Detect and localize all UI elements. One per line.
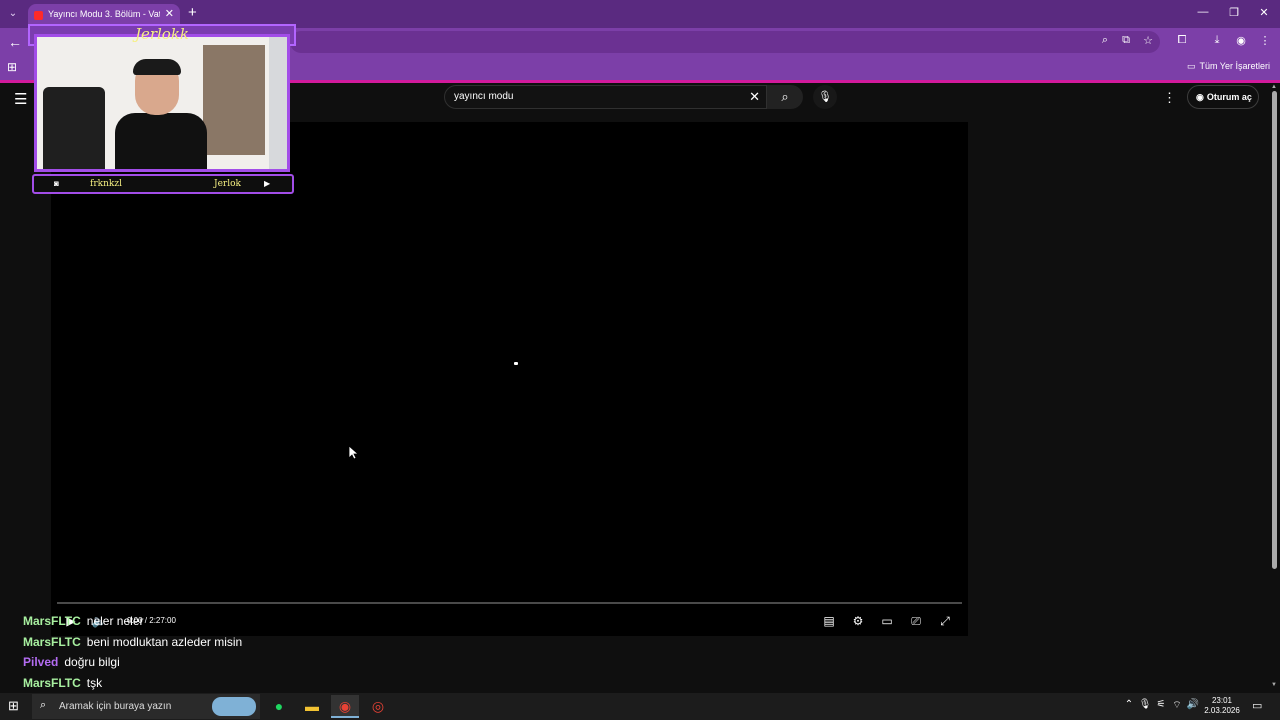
theater-mode-icon[interactable]: ▭: [879, 614, 895, 628]
file-explorer-icon[interactable]: ▬: [298, 695, 326, 718]
voice-search-button[interactable]: 🎙: [813, 85, 837, 109]
sign-in-button[interactable]: ◉ Oturum aç: [1187, 85, 1259, 109]
search-button[interactable]: ⌕: [767, 85, 803, 109]
search-input[interactable]: yayıncı modu ✕: [444, 85, 767, 109]
minimize-icon[interactable]: —: [1193, 6, 1213, 18]
cast-icon[interactable]: ⎚: [908, 614, 924, 629]
close-window-icon[interactable]: ✕: [1254, 6, 1274, 19]
chat-message: Pilved doğru bilgi: [23, 655, 443, 676]
chat-username: MarsFLTC: [23, 614, 81, 628]
instagram-icon: ◙: [54, 179, 59, 188]
search-icon: ⌕: [781, 89, 789, 104]
tab-search-dropdown-icon[interactable]: ⌄: [4, 5, 22, 23]
chat-text: neler neler: [86, 614, 144, 628]
webcam-frame-bottom: ◙ frknkzl Jerlok ▶: [32, 174, 294, 194]
chat-username: Pilved: [23, 655, 59, 669]
obs-icon[interactable]: ◎: [364, 695, 392, 718]
webcam-overlay: Jerlokk ◙ frknkzl Jerlok ▶: [26, 24, 298, 200]
tray-chevron-icon[interactable]: ⌃: [1122, 699, 1136, 710]
restore-icon[interactable]: ❐: [1224, 6, 1244, 19]
user-circle-icon: ◉: [1196, 92, 1204, 102]
taskbar-search-placeholder: Aramak için buraya yazın: [59, 701, 172, 712]
extensions-icon[interactable]: ⧠: [1174, 34, 1190, 47]
back-arrow-icon[interactable]: ←: [8, 34, 22, 50]
search-highlight-image: [212, 697, 256, 716]
chat-message: MarsFLTC neler neler: [23, 614, 443, 635]
fullscreen-icon[interactable]: ⤢: [937, 614, 953, 629]
profile-icon[interactable]: ◉: [1233, 34, 1249, 47]
progress-bar[interactable]: [57, 602, 962, 604]
page-scrollbar[interactable]: ▲ ▼: [1270, 83, 1280, 693]
tab-title: Yayıncı Modu 3. Bölüm - Vatan: [48, 9, 160, 19]
chat-username: MarsFLTC: [23, 675, 81, 690]
search-query: yayıncı modu: [454, 91, 514, 102]
tab-close-icon[interactable]: ✕: [165, 7, 174, 20]
network-icon[interactable]: ⚟: [1154, 699, 1168, 710]
chat-text: beni modluktan azleder misin: [86, 634, 243, 649]
scroll-down-arrow-icon[interactable]: ▼: [1271, 682, 1277, 688]
zoom-icon[interactable]: ⌕: [1097, 34, 1113, 47]
install-app-icon[interactable]: ⧉: [1118, 34, 1134, 47]
chat-text: doğru bilgi: [64, 655, 120, 669]
chrome-icon[interactable]: ◉: [331, 695, 359, 718]
chat-username: MarsFLTC: [23, 634, 81, 649]
bookmark-star-icon[interactable]: ☆: [1140, 34, 1156, 47]
taskbar-search-box[interactable]: ⌕ Aramak için buraya yazın: [32, 694, 260, 719]
sign-in-label: Oturum aç: [1206, 92, 1252, 102]
clock-time: 23:01: [1211, 696, 1233, 705]
mic-icon: 🎙: [818, 91, 832, 103]
streamer: [115, 59, 207, 169]
speaker-icon[interactable]: 🔊: [1186, 699, 1200, 710]
settings-kebab-icon[interactable]: ⋮: [1163, 90, 1176, 106]
folder-icon: ▭: [1186, 61, 1196, 71]
microphone-icon[interactable]: 🎙: [1138, 699, 1152, 710]
settings-gear-icon[interactable]: ⚙: [850, 614, 866, 628]
browser-menu-icon[interactable]: ⋮: [1257, 34, 1273, 47]
new-tab-button[interactable]: +: [188, 4, 197, 21]
webcam-feed: [34, 34, 290, 172]
mouse-cursor-icon: [349, 446, 358, 460]
wifi-icon[interactable]: ⌔: [1170, 699, 1184, 712]
windows-start-icon[interactable]: ⊞: [8, 698, 19, 714]
spotify-icon[interactable]: ●: [265, 695, 293, 718]
address-bar[interactable]: [290, 31, 1160, 53]
bookmarks-folder-label: Tüm Yer İşaretleri: [1199, 61, 1270, 71]
notifications-icon[interactable]: ▭: [1252, 699, 1262, 712]
chair: [43, 87, 105, 169]
chat-overlay: MarsFLTC neler neler MarsFLTC beni modlukt…: [23, 614, 443, 696]
clear-search-icon[interactable]: ✕: [749, 89, 760, 105]
youtube-handle: Jerlok: [214, 179, 241, 189]
webcam-title: Jerlokk: [134, 25, 190, 43]
taskbar-clock[interactable]: 23:01 2.03.2026: [1201, 696, 1243, 716]
instagram-handle: frknkzl: [90, 179, 122, 189]
search-icon: ⌕: [40, 699, 47, 711]
download-icon[interactable]: ⤓: [1209, 34, 1225, 47]
scroll-up-arrow-icon[interactable]: ▲: [1271, 84, 1277, 90]
apps-grid-icon[interactable]: ⊞: [7, 60, 17, 74]
clock-date: 2.03.2026: [1204, 706, 1240, 715]
youtube-favicon-icon: [34, 11, 43, 20]
chat-text: tşk: [86, 675, 103, 690]
chat-message: MarsFLTC beni modluktan azleder misin: [23, 635, 443, 656]
loading-spinner: [514, 362, 518, 365]
scrollbar-thumb[interactable]: [1272, 91, 1277, 569]
subtitles-icon[interactable]: ▤: [821, 614, 837, 628]
youtube-icon: ▶: [264, 179, 271, 188]
windows-taskbar: ⊞ ⌕ Aramak için buraya yazın ● ▬ ◉ ◎ ⌃ 🎙…: [0, 693, 1280, 720]
all-bookmarks-folder[interactable]: ▭ Tüm Yer İşaretleri: [1187, 61, 1270, 72]
